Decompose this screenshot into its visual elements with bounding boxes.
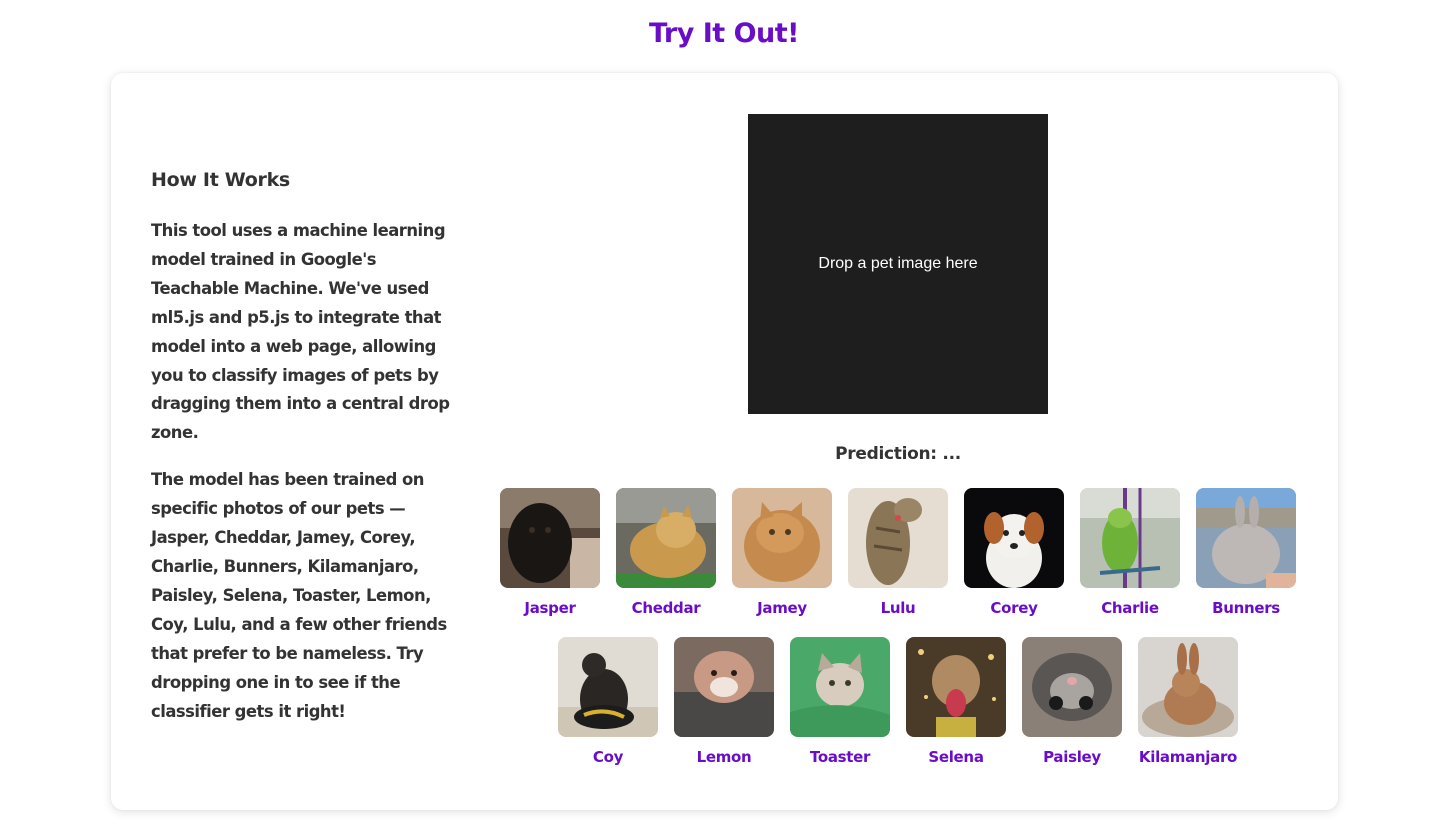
pet-name: Lemon	[696, 748, 752, 766]
rabbit-photo-icon[interactable]	[1138, 637, 1238, 737]
pet-corey[interactable]: Corey	[964, 488, 1064, 617]
pet-jamey[interactable]: Jamey	[732, 488, 832, 617]
bird-photo-icon[interactable]	[1080, 488, 1180, 588]
pet-lulu[interactable]: Lulu	[848, 488, 948, 617]
pet-gallery-row-2: Coy Lemon Toaster Selena Paisley Kilaman…	[558, 637, 1238, 766]
pet-name: Selena	[928, 748, 984, 766]
cat-photo-icon[interactable]	[848, 488, 948, 588]
dog-photo-icon[interactable]	[964, 488, 1064, 588]
dog-photo-icon[interactable]	[500, 488, 600, 588]
pet-name: Cheddar	[631, 599, 701, 617]
how-it-works-paragraph-1: This tool uses a machine learning model …	[151, 221, 450, 443]
dog-photo-icon[interactable]	[674, 637, 774, 737]
pet-gallery-row-1: Jasper Cheddar Jamey Lulu Corey Charlie …	[500, 488, 1296, 617]
pet-toaster[interactable]: Toaster	[790, 637, 890, 766]
dog-photo-icon[interactable]	[558, 637, 658, 737]
pet-bunners[interactable]: Bunners	[1196, 488, 1296, 617]
demo-card: How It Works This tool uses a machine le…	[111, 73, 1338, 810]
pet-name: Bunners	[1212, 599, 1280, 617]
pet-name: Jamey	[757, 599, 807, 617]
pet-charlie[interactable]: Charlie	[1080, 488, 1180, 617]
how-it-works-panel: How It Works This tool uses a machine le…	[151, 169, 463, 726]
how-it-works-paragraph-2: The model has been trained on specific p…	[151, 470, 447, 721]
pet-name: Paisley	[1043, 748, 1101, 766]
cat-photo-icon[interactable]	[732, 488, 832, 588]
pet-name: Corey	[990, 599, 1038, 617]
pet-name: Charlie	[1101, 599, 1159, 617]
pet-cheddar[interactable]: Cheddar	[616, 488, 716, 617]
pet-name: Toaster	[809, 748, 871, 766]
pet-lemon[interactable]: Lemon	[674, 637, 774, 766]
pet-name: Jasper	[524, 599, 576, 617]
how-it-works-heading: How It Works	[151, 169, 290, 191]
image-drop-zone[interactable]: Drop a pet image here	[748, 114, 1048, 414]
pet-selena[interactable]: Selena	[906, 637, 1006, 766]
drop-zone-label: Drop a pet image here	[818, 255, 978, 272]
pet-name: Coy	[592, 748, 624, 766]
cat-photo-icon[interactable]	[790, 637, 890, 737]
pet-name: Kilamanjaro	[1138, 748, 1238, 766]
pet-coy[interactable]: Coy	[558, 637, 658, 766]
page-title: Try It Out!	[648, 18, 800, 49]
pet-kilamanjaro[interactable]: Kilamanjaro	[1138, 637, 1238, 766]
pet-paisley[interactable]: Paisley	[1022, 637, 1122, 766]
cat-photo-icon[interactable]	[1022, 637, 1122, 737]
pet-jasper[interactable]: Jasper	[500, 488, 600, 617]
cat-photo-icon[interactable]	[616, 488, 716, 588]
rabbit-photo-icon[interactable]	[1196, 488, 1296, 588]
dog-photo-icon[interactable]	[906, 637, 1006, 737]
pet-name: Lulu	[880, 599, 916, 617]
prediction-text: Prediction: ...	[835, 444, 961, 464]
